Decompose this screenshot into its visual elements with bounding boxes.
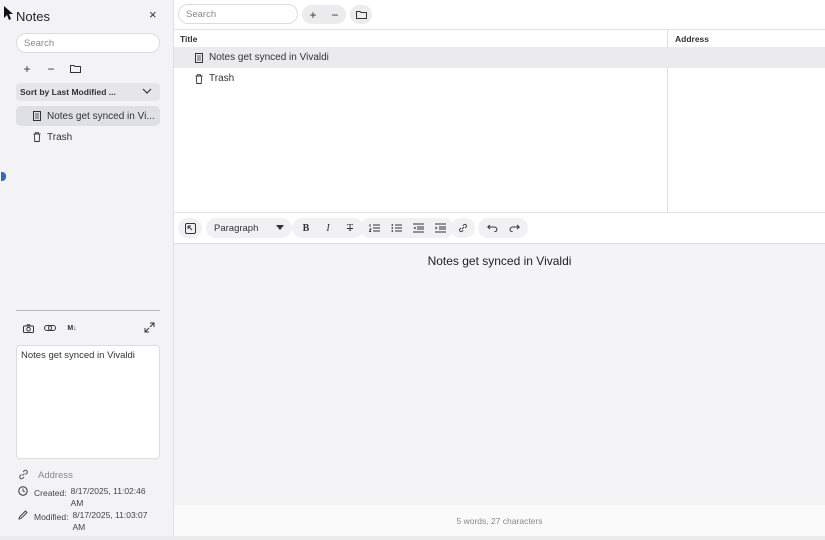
link-icon: [459, 223, 467, 233]
indent-button[interactable]: [430, 220, 450, 236]
ordered-list-button[interactable]: [364, 220, 384, 236]
insert-link-button[interactable]: [453, 220, 473, 236]
trash-icon: [195, 73, 203, 84]
modified-row: Modified: 8/17/2025, 11:03:07 AM: [18, 509, 155, 533]
table-row[interactable]: Notes get synced in Vivaldi: [174, 47, 825, 68]
sidebar-item-label: Trash: [47, 131, 73, 143]
column-header-title[interactable]: Title: [180, 34, 197, 44]
new-folder-button[interactable]: [65, 60, 85, 77]
created-label: Created:: [34, 488, 67, 498]
markdown-button[interactable]: M↓: [62, 321, 82, 335]
panel-title: Notes: [16, 9, 50, 24]
italic-button[interactable]: I: [318, 220, 338, 236]
notes-manager: + − Title Address Notes get synced in Vi…: [174, 0, 825, 540]
row-title: Notes get synced in Vivaldi: [209, 52, 329, 63]
panel-actions: + −: [17, 60, 85, 77]
toolbar-group-block: Paragraph: [206, 218, 292, 238]
collapse-icon: [184, 222, 196, 234]
note-icon: [33, 111, 41, 121]
sidebar-item-note[interactable]: Notes get synced in Vi...: [16, 106, 160, 126]
outdent-icon: [412, 223, 424, 233]
strikethrough-button[interactable]: T: [340, 220, 360, 236]
remove-note-button[interactable]: −: [331, 8, 338, 22]
column-header-address[interactable]: Address: [675, 34, 709, 44]
toolbar-group-inline: B I T: [292, 218, 364, 238]
remove-note-button[interactable]: −: [41, 60, 61, 77]
row-title: Trash: [209, 73, 235, 84]
editor-toolbar: Paragraph B I T: [174, 214, 825, 242]
camera-icon: [22, 323, 34, 333]
redo-icon: [509, 224, 520, 232]
paragraph-style-select[interactable]: Paragraph: [210, 220, 288, 236]
link-icon: [44, 325, 56, 331]
add-note-button[interactable]: +: [17, 60, 37, 77]
toolbar-group-lists: [360, 218, 454, 238]
indent-icon: [434, 223, 446, 233]
created-row: Created: 8/17/2025, 11:02:46 AM: [18, 485, 153, 509]
address-placeholder: Address: [38, 470, 73, 481]
pencil-icon: [18, 510, 28, 520]
sort-label: Sort by Last Modified ...: [20, 87, 116, 97]
panel-divider: [16, 310, 160, 311]
attach-button[interactable]: [40, 321, 60, 335]
outdent-button[interactable]: [408, 220, 428, 236]
link-icon: [19, 469, 28, 480]
dropdown-arrow-icon: [276, 225, 284, 230]
address-field[interactable]: Address: [18, 468, 73, 481]
word-count-status: 5 words, 27 characters: [174, 505, 825, 536]
sidebar-item-label: Notes get synced in Vi...: [47, 110, 155, 122]
expand-icon[interactable]: [144, 322, 155, 333]
note-edit-tools: M↓: [18, 321, 82, 335]
notes-panel: Notes × + − Sort by Last Modified ... No…: [0, 0, 174, 540]
note-content-field[interactable]: Notes get synced in Vivaldi: [16, 345, 160, 459]
trash-icon: [33, 132, 41, 142]
undo-icon: [486, 224, 497, 232]
redo-button[interactable]: [504, 220, 524, 236]
modified-label: Modified:: [34, 512, 69, 522]
toolbar-group-history: [478, 218, 528, 238]
window-bottom-edge: [0, 536, 825, 540]
toolbar-group-view: [178, 218, 202, 238]
panel-search-input[interactable]: [16, 33, 160, 53]
ordered-list-icon: [368, 224, 380, 232]
notes-search-input[interactable]: [178, 4, 298, 24]
table-row[interactable]: Trash: [174, 68, 825, 89]
close-panel-button[interactable]: ×: [149, 7, 157, 22]
toggle-view-button[interactable]: [180, 220, 200, 236]
panel-resize-handle[interactable]: [1, 172, 6, 181]
note-editor[interactable]: Notes get synced in Vivaldi: [174, 243, 825, 505]
undo-button[interactable]: [482, 220, 502, 236]
bullet-list-button[interactable]: [386, 220, 406, 236]
add-note-button[interactable]: +: [309, 8, 316, 22]
new-folder-button[interactable]: [350, 5, 372, 24]
folder-icon: [355, 11, 367, 19]
notes-table: Title Address Notes get synced in Vivald…: [174, 29, 825, 213]
document-text[interactable]: Notes get synced in Vivaldi: [174, 254, 825, 268]
chevron-down-icon: [142, 88, 152, 94]
add-remove-group: + −: [302, 5, 346, 24]
modified-value: 8/17/2025, 11:03:07 AM: [72, 510, 148, 532]
folder-icon: [69, 65, 81, 73]
mouse-cursor-icon: [4, 6, 13, 20]
sidebar-item-trash[interactable]: Trash: [16, 127, 160, 147]
toolbar-group-link: [451, 218, 475, 238]
note-icon: [195, 52, 203, 63]
screenshot-button[interactable]: [18, 321, 38, 335]
clock-icon: [18, 486, 28, 496]
bold-button[interactable]: B: [296, 220, 316, 236]
bullet-list-icon: [390, 224, 402, 232]
paragraph-style-label: Paragraph: [214, 222, 259, 234]
sort-dropdown[interactable]: Sort by Last Modified ...: [16, 83, 160, 101]
created-value: 8/17/2025, 11:02:46 AM: [70, 486, 146, 508]
